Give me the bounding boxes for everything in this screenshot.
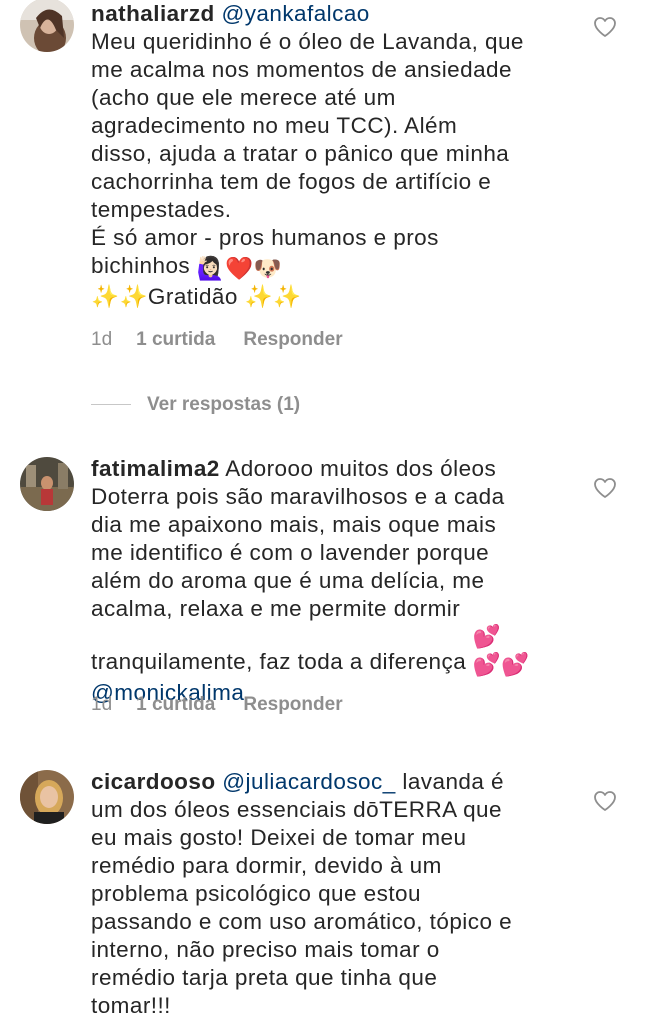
avatar[interactable]	[20, 457, 74, 511]
comment-emojis: 💕 💕💕	[472, 624, 530, 677]
comment-body: lavanda é um dos óleos essenciais dōTERR…	[91, 769, 513, 1018]
comment-like-count[interactable]: 1 curtida	[136, 327, 215, 353]
comment-like-count[interactable]: 1 curtida	[136, 692, 215, 718]
comment-text: nathaliarzd @yankafalcao Meu queridinho …	[91, 0, 566, 311]
comment-gratitude-line: ✨✨Gratidão ✨✨	[91, 284, 302, 309]
comment-time: 1d	[91, 329, 113, 350]
view-replies-button[interactable]: Ver respostas (1)	[91, 392, 300, 418]
reply-button[interactable]: Responder	[243, 692, 342, 718]
comment-body: Meu queridinho é o óleo de Lavanda, que …	[91, 29, 524, 278]
view-replies-label[interactable]: Ver respostas (1)	[147, 394, 300, 415]
comment-meta: 1d 1 curtida Responder	[91, 327, 371, 353]
comment-username[interactable]: fatimalima2	[91, 456, 220, 481]
comment-time: 1d	[91, 694, 113, 715]
comment-text: fatimalima2 Adorooo muitos dos óleos Dot…	[91, 455, 566, 707]
comment-username[interactable]: cicardooso	[91, 769, 216, 794]
like-heart-icon[interactable]	[593, 477, 617, 499]
comment-emojis: 🙋🏻‍♀️❤️🐶	[196, 256, 283, 281]
avatar[interactable]	[20, 770, 74, 824]
replies-divider	[91, 404, 131, 406]
comment-mention[interactable]: @yankafalcao	[221, 1, 369, 26]
comment-body: Adorooo muitos dos óleos Doterra pois sã…	[91, 456, 505, 674]
reply-button[interactable]: Responder	[243, 327, 342, 353]
like-heart-icon[interactable]	[593, 790, 617, 812]
comment-text: cicardooso @juliacardosoc_ lavanda é um …	[91, 768, 566, 1020]
comment-username[interactable]: nathaliarzd	[91, 1, 215, 26]
like-heart-icon[interactable]	[593, 16, 617, 38]
comment-mention[interactable]: @juliacardosoc_	[222, 769, 395, 794]
comment-meta: 1d 1 curtida Responder	[91, 692, 371, 718]
avatar[interactable]	[20, 0, 74, 52]
